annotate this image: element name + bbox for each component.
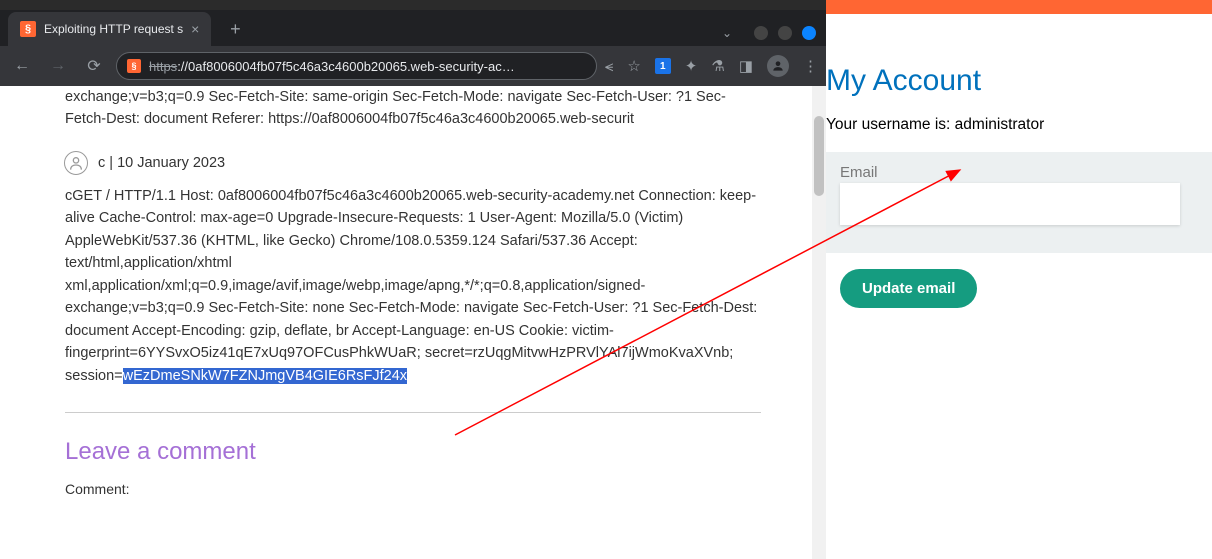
close-window-button[interactable] (802, 26, 816, 40)
avatar-icon (64, 151, 88, 175)
scrollbar-thumb[interactable] (814, 116, 824, 196)
update-email-button[interactable]: Update email (840, 269, 977, 308)
extension-icon[interactable]: 1 (655, 58, 671, 74)
scrollbar[interactable] (812, 86, 826, 559)
username-text: Your username is: administrator (826, 116, 1212, 134)
profile-icon[interactable] (767, 55, 789, 77)
menu-icon[interactable]: ⋮ (803, 57, 818, 75)
leave-comment-heading: Leave a comment (65, 438, 761, 466)
panel-icon[interactable]: ◨ (739, 57, 753, 75)
flask-icon[interactable]: ⚗ (711, 57, 724, 75)
url-text: https://0af8006004fb07f5c46a3c4600b20065… (149, 59, 515, 74)
minimize-button[interactable] (754, 26, 768, 40)
favicon-icon: § (20, 21, 36, 37)
browser-tab[interactable]: § Exploiting HTTP request s × (8, 12, 211, 46)
bookmark-icon[interactable]: ☆ (627, 57, 640, 75)
extensions-icon[interactable]: ✦ (685, 57, 698, 75)
header-bar (826, 0, 1212, 14)
page-title: My Account (826, 64, 1212, 98)
titlebar (0, 0, 826, 10)
close-icon[interactable]: × (191, 21, 199, 37)
comment-fragment: exchange;v=b3;q=0.9 Sec-Fetch-Site: same… (65, 86, 761, 131)
comment-body: cGET / HTTP/1.1 Host: 0af8006004fb07f5c4… (65, 185, 761, 387)
reload-button[interactable]: ⟳ (80, 52, 108, 80)
window-controls: ⌄ (722, 26, 826, 46)
comment-header: c | 10 January 2023 (65, 151, 761, 175)
email-form: Email (826, 152, 1212, 253)
highlighted-session: wEzDmeSNkW7FZNJmgVB4GIE6RsFJf24x (123, 368, 407, 384)
comment-block: c | 10 January 2023 cGET / HTTP/1.1 Host… (65, 151, 761, 387)
email-label: Email (840, 164, 1212, 181)
site-info-icon[interactable]: § (127, 59, 141, 73)
comment-label: Comment: (65, 481, 761, 497)
back-button[interactable]: ← (8, 52, 36, 80)
maximize-button[interactable] (778, 26, 792, 40)
address-bar[interactable]: § https://0af8006004fb07f5c46a3c4600b200… (116, 52, 597, 80)
tab-title: Exploiting HTTP request s (44, 22, 183, 36)
page-content: exchange;v=b3;q=0.9 Sec-Fetch-Site: same… (0, 86, 826, 559)
tab-strip: § Exploiting HTTP request s × + ⌄ (0, 10, 826, 46)
comment-body-text: cGET / HTTP/1.1 Host: 0af8006004fb07f5c4… (65, 188, 757, 384)
forward-button[interactable]: → (44, 52, 72, 80)
email-field[interactable] (840, 183, 1180, 225)
account-panel: My Account Your username is: administrat… (826, 0, 1212, 559)
new-tab-button[interactable]: + (221, 15, 249, 43)
comment-meta: c | 10 January 2023 (98, 155, 225, 171)
toolbar-icons: ⪪ ☆ 1 ✦ ⚗ ◨ ⋮ (605, 55, 818, 77)
browser-window: § Exploiting HTTP request s × + ⌄ ← → ⟳ … (0, 0, 826, 559)
share-icon[interactable]: ⪪ (605, 58, 613, 75)
toolbar: ← → ⟳ § https://0af8006004fb07f5c46a3c46… (0, 46, 826, 86)
divider (65, 412, 761, 413)
chevron-down-icon[interactable]: ⌄ (722, 26, 732, 40)
